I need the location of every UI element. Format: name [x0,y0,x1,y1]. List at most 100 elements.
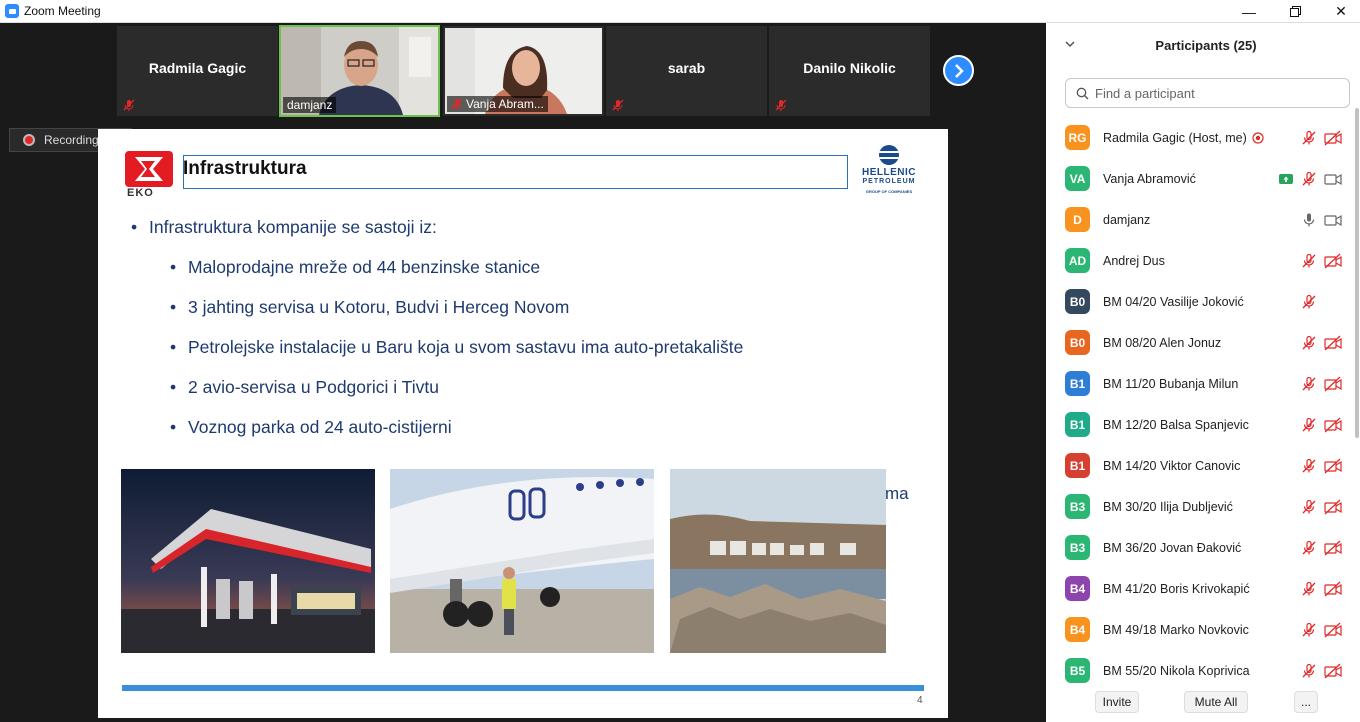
video-off-icon[interactable] [1324,499,1342,515]
video-off-icon[interactable] [1324,253,1342,269]
participant-row[interactable]: Ddamjanz [1046,199,1354,240]
mic-muted-icon[interactable] [1301,130,1317,146]
participant-name: BM 12/20 Balsa Spanjevic [1103,417,1249,432]
search-icon [1076,87,1089,99]
participant-name: Andrej Dus [1103,253,1165,268]
video-tile-active-speaker[interactable]: damjanz [279,25,440,117]
recording-icon[interactable] [1250,130,1266,146]
mic-muted-icon[interactable] [1301,622,1317,638]
mic-muted-icon[interactable] [1301,171,1317,187]
mic-muted-icon[interactable] [1301,663,1317,679]
video-off-icon[interactable] [1324,335,1342,351]
meeting-area: Radmila Gagic damjanz Vanja Abram... sar… [0,23,1046,722]
video-tile[interactable]: Radmila Gagic [117,26,278,116]
participant-row[interactable]: B0 BM 04/20 Vasilije Joković [1046,281,1354,322]
mic-muted-icon[interactable] [1301,294,1317,310]
chevron-right-icon [954,63,964,78]
video-off-icon[interactable] [1324,458,1342,474]
mic-muted-icon[interactable] [1301,253,1317,269]
participant-name: BM 11/20 Bubanja Milun [1103,376,1239,391]
avatar: AD [1065,248,1090,273]
video-off-icon[interactable] [1324,417,1342,433]
sub-bullet: • 3 jahting servisa u Kotoru, Budvi i Her… [170,297,570,317]
avatar: B4 [1065,576,1090,601]
video-off-icon[interactable] [1324,540,1342,556]
participant-row[interactable]: B0 BM 08/20 Alen Jonuz [1046,322,1354,363]
participant-name: BM 36/20 Jovan Đaković [1103,540,1242,555]
video-off-icon[interactable] [1324,130,1342,146]
mic-muted-icon[interactable] [1301,335,1317,351]
mic-muted-icon[interactable] [1301,376,1317,392]
mic-muted-icon [123,99,135,111]
mic-muted-icon[interactable] [1301,540,1317,556]
petroleum-terminal-photo [670,469,886,653]
mute-all-button[interactable]: Mute All [1184,691,1248,713]
eko-logo-text: EKO [127,187,154,199]
avatar: B1 [1065,453,1090,478]
participant-row[interactable]: RG Radmila Gagic (Host, me) [1046,117,1354,158]
mic-muted-icon [451,98,463,110]
mic-muted-icon[interactable] [1301,458,1317,474]
avatar: B1 [1065,412,1090,437]
avatar: B3 [1065,494,1090,519]
mic-muted-icon [612,99,624,111]
participant-row[interactable]: B4 BM 41/20 Boris Krivokapić [1046,568,1354,609]
slide-title: Infrastruktura [183,158,307,179]
participant-search[interactable] [1065,78,1350,108]
participant-row[interactable]: B1 BM 11/20 Bubanja Milun [1046,363,1354,404]
video-off-icon[interactable] [1324,663,1342,679]
participant-row[interactable]: VA Vanja Abramović [1046,158,1354,199]
participant-name: BM 41/20 Boris Krivokapić [1103,581,1250,596]
mic-muted-icon[interactable] [1301,581,1317,597]
mic-muted-icon[interactable] [1301,417,1317,433]
hellenic-petroleum-logo: HELLENIC PETROLEUM GROUP OF COMPANIES [855,145,923,201]
participant-row[interactable]: B3 BM 36/20 Jovan Đaković [1046,527,1354,568]
video-tile[interactable]: sarab [606,26,767,116]
close-window-button[interactable]: ✕ [1318,0,1360,23]
participant-row[interactable]: B4 BM 49/18 Marko Novkovic [1046,609,1354,650]
next-page-button[interactable] [943,55,974,86]
participant-row[interactable]: AD Andrej Dus [1046,240,1354,281]
participant-name: damjanz [1103,212,1151,227]
participant-name: Radmila Gagic [148,60,247,76]
participant-row[interactable]: B1 BM 12/20 Balsa Spanjevic [1046,404,1354,445]
video-camera-icon[interactable] [1324,171,1342,187]
avatar: B5 [1065,658,1090,683]
globe-icon [879,145,899,165]
participant-row[interactable]: B1 BM 14/20 Viktor Canovic [1046,445,1354,486]
mic-muted-icon[interactable] [1301,499,1317,515]
sub-bullet: • Petrolejske instalacije u Baru koja u s… [170,337,744,357]
participant-name: BM 55/20 Nikola Koprivica [1103,663,1250,678]
more-options-button[interactable]: ... [1294,691,1318,713]
minimize-button[interactable]: — [1226,0,1272,23]
record-icon [23,134,35,146]
maximize-button[interactable] [1272,0,1318,23]
invite-button[interactable]: Invite [1095,691,1139,713]
video-name-label: damjanz [283,97,337,113]
video-off-icon[interactable] [1324,581,1342,597]
main-bullet: • Infrastruktura kompanije se sastoji iz: [131,217,437,237]
participant-row[interactable]: B3 BM 30/20 Ilija Dubljević [1046,486,1354,527]
avatar: RG [1065,125,1090,150]
participants-scrollbar[interactable] [1355,108,1359,438]
avatar: B3 [1065,535,1090,560]
mic-muted-icon [775,99,787,111]
share-screen-icon[interactable] [1278,171,1294,187]
avatar: D [1065,207,1090,232]
video-tile[interactable]: Danilo Nikolic [769,26,930,116]
sub-bullet: • Voznog parka od 24 auto-cistijerni [170,417,452,437]
video-tile[interactable]: Vanja Abram... [443,26,604,116]
avatar: B4 [1065,617,1090,642]
avatar: B1 [1065,371,1090,396]
slide-page-number: 4 [917,695,923,706]
video-camera-icon[interactable] [1324,212,1342,228]
participant-row[interactable]: B5 BM 55/20 Nikola Koprivica [1046,650,1354,691]
microphone-icon[interactable] [1301,212,1317,228]
video-off-icon[interactable] [1324,622,1342,638]
avatar: VA [1065,166,1090,191]
participant-name: Vanja Abramović [1103,171,1196,186]
avatar: B0 [1065,289,1090,314]
participant-name: BM 04/20 Vasilije Joković [1103,294,1244,309]
search-input[interactable] [1095,85,1335,101]
video-off-icon[interactable] [1324,376,1342,392]
